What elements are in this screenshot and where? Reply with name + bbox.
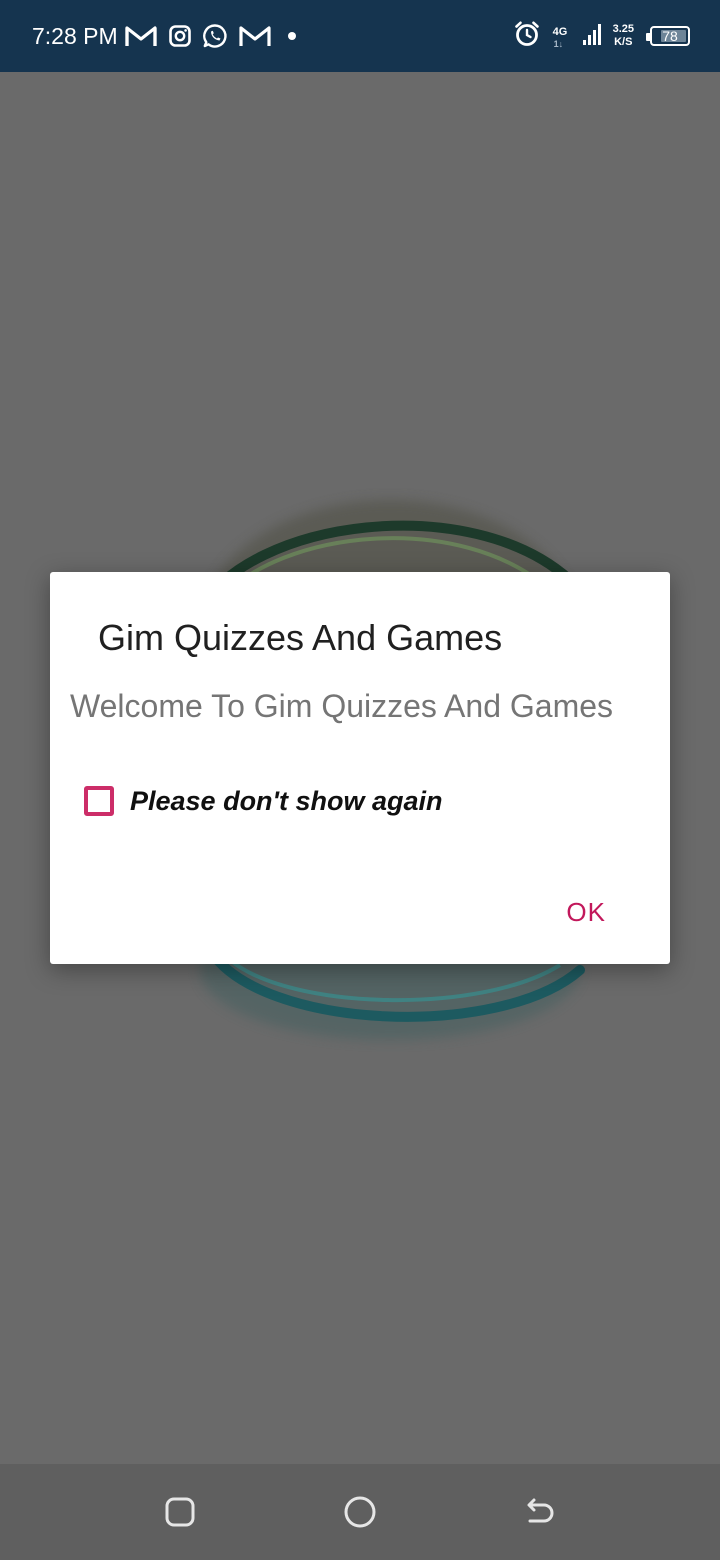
- status-time: 7:28 PM: [32, 23, 118, 49]
- dont-show-again-checkbox[interactable]: [84, 786, 114, 816]
- notification-icons: [124, 20, 302, 52]
- screen: 7:28 PM 4G 1↓ 3.25 K/S 78 Gim Quizzes An…: [0, 0, 720, 1560]
- dialog-title: Gim Quizzes And Games: [98, 617, 503, 658]
- dot-icon: [282, 26, 302, 46]
- system-icons: 4G 1↓ 3.25 K/S 78: [513, 18, 690, 54]
- back-icon[interactable]: [520, 1492, 560, 1532]
- battery-icon: 78: [646, 26, 690, 46]
- dialog-message: Welcome To Gim Quizzes And Games: [70, 688, 614, 724]
- signal-icon: [582, 22, 603, 51]
- dont-show-again-row[interactable]: Please don't show again: [84, 782, 443, 820]
- ok-button[interactable]: OK: [556, 890, 616, 934]
- instagram-icon: [168, 24, 192, 48]
- recents-icon[interactable]: [160, 1492, 200, 1532]
- status-bar: 7:28 PM 4G 1↓ 3.25 K/S 78: [0, 0, 720, 72]
- network-type: 4G 1↓: [552, 26, 568, 49]
- battery-level: 78: [662, 28, 678, 44]
- gmail-icon: [124, 23, 158, 49]
- navigation-bar: [0, 1464, 720, 1560]
- welcome-dialog: Gim Quizzes And Games Welcome To Gim Qui…: [50, 572, 670, 964]
- dont-show-again-label[interactable]: Please don't show again: [130, 786, 443, 817]
- network-speed: 3.25 K/S: [612, 23, 634, 48]
- whatsapp-icon: [202, 23, 228, 49]
- home-icon[interactable]: [340, 1492, 380, 1532]
- gmail-icon: [238, 23, 272, 49]
- alarm-icon: [513, 20, 541, 53]
